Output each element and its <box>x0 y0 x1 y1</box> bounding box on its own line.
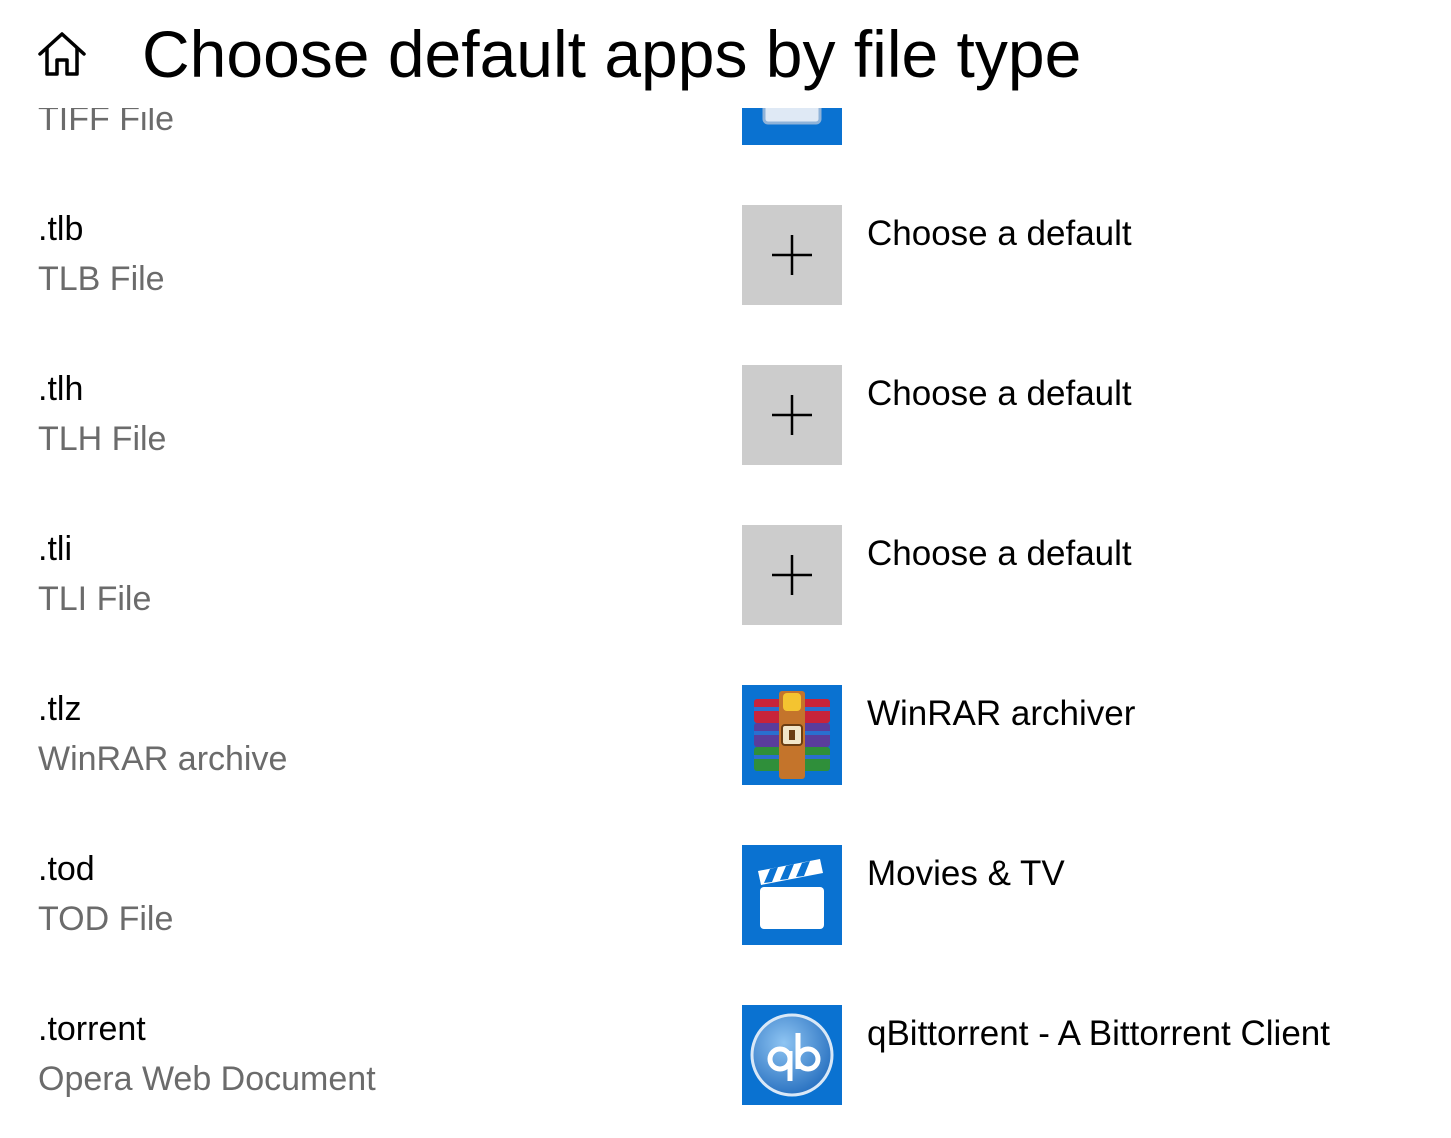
file-type-row-tlz: .tlz WinRAR archive WinRAR archiver <box>0 685 1451 785</box>
default-app-name: Choose a default <box>867 374 1132 413</box>
clapperboard-icon <box>742 845 842 945</box>
default-app-button-tlh[interactable]: Choose a default <box>742 365 1302 465</box>
file-type-description: TOD File <box>38 900 174 938</box>
file-extension: .tlb <box>38 210 84 248</box>
default-app-button-tod[interactable]: Movies & TV <box>742 845 1302 945</box>
plus-icon <box>742 525 842 625</box>
default-app-name: Choose a default <box>867 214 1132 253</box>
file-type-description: TLI File <box>38 580 152 618</box>
file-type-row-tlh: .tlh TLH File Choose a default <box>0 365 1451 465</box>
file-type-row-tli: .tli TLI File Choose a default <box>0 525 1451 625</box>
page-header: Choose default apps by file type <box>0 0 1451 108</box>
file-extension: .tli <box>38 530 72 568</box>
file-extension: .tlz <box>38 690 82 728</box>
file-type-description: WinRAR archive <box>38 740 288 778</box>
file-extension: .tod <box>38 850 95 888</box>
page-title: Choose default apps by file type <box>142 17 1082 91</box>
default-app-name: Movies & TV <box>867 854 1065 893</box>
winrar-icon <box>742 685 842 785</box>
file-extension: .tlh <box>38 370 84 408</box>
default-app-button-tlz[interactable]: WinRAR archiver <box>742 685 1302 785</box>
file-type-description: Opera Web Document <box>38 1060 376 1098</box>
default-app-name: WinRAR archiver <box>867 694 1136 733</box>
plus-icon <box>742 365 842 465</box>
file-extension: .torrent <box>38 1010 146 1048</box>
file-type-row-torrent: .torrent Opera Web Document qBittorrent … <box>0 1005 1451 1105</box>
file-type-row-tlb: .tlb TLB File Choose a default <box>0 205 1451 305</box>
file-type-row-tod: .tod TOD File Movies & TV <box>0 845 1451 945</box>
home-icon <box>38 32 86 76</box>
default-app-name: Choose a default <box>867 534 1132 573</box>
default-app-button-tlb[interactable]: Choose a default <box>742 205 1302 305</box>
file-type-description: TLB File <box>38 260 165 298</box>
plus-icon <box>742 205 842 305</box>
home-button[interactable] <box>36 30 88 78</box>
default-app-name: qBittorrent - A Bittorrent Client <box>867 1014 1330 1053</box>
default-app-button-tli[interactable]: Choose a default <box>742 525 1302 625</box>
file-type-description: TLH File <box>38 420 167 458</box>
file-type-list: TIFF File .tlb TLB File Choose a default <box>0 0 1451 1138</box>
qbittorrent-icon <box>742 1005 842 1105</box>
default-app-button-torrent[interactable]: qBittorrent - A Bittorrent Client <box>742 1005 1330 1105</box>
